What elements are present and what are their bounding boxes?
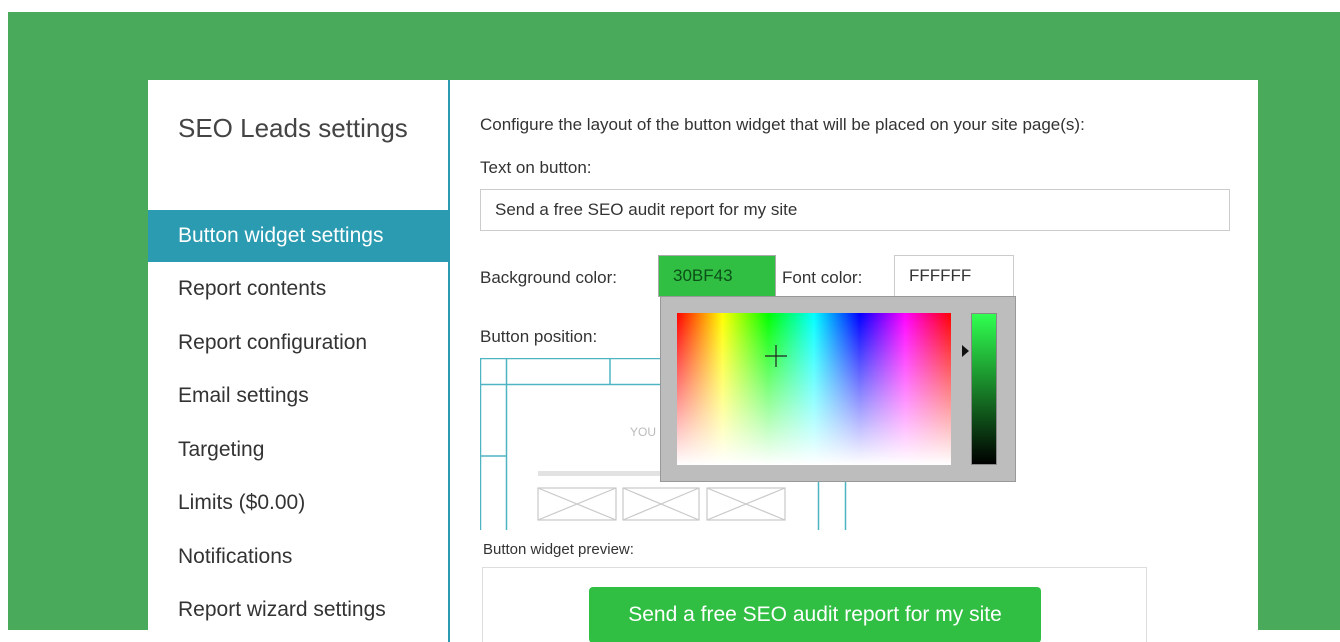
button-text-input[interactable] <box>480 189 1230 231</box>
background-color-label: Background color: <box>480 268 618 287</box>
luminance-pointer-icon[interactable] <box>962 345 969 357</box>
sidebar-title: SEO Leads settings <box>178 113 408 143</box>
background-color-input[interactable]: 30BF43 <box>658 255 776 297</box>
sidebar-item-report-wizard-settings[interactable]: Report wizard settings <box>148 584 448 636</box>
sidebar: SEO Leads settings Button widget setting… <box>148 80 450 642</box>
color-picker-luminance-slider[interactable] <box>971 313 997 465</box>
color-picker-hue-area[interactable] <box>677 313 951 465</box>
color-picker-popup <box>660 296 1016 482</box>
font-color-label: Font color: <box>782 268 863 287</box>
preview-send-report-button[interactable]: Send a free SEO audit report for my site <box>589 587 1041 642</box>
position-grid-text: YOU <box>630 425 656 439</box>
main-content: Configure the layout of the button widge… <box>450 80 1258 642</box>
intro-text: Configure the layout of the button widge… <box>480 115 1085 134</box>
sidebar-item-email-settings[interactable]: Email settings <box>148 370 448 422</box>
button-widget-preview: Send a free SEO audit report for my site <box>482 567 1147 642</box>
sidebar-item-targeting[interactable]: Targeting <box>148 424 448 476</box>
button-position-label: Button position: <box>480 327 598 346</box>
sidebar-item-limits[interactable]: Limits ($0.00) <box>148 477 448 529</box>
crosshair-icon <box>765 345 787 367</box>
preview-label: Button widget preview: <box>483 541 634 558</box>
sidebar-item-notifications[interactable]: Notifications <box>148 531 448 583</box>
settings-panel: SEO Leads settings Button widget setting… <box>148 80 1258 642</box>
sidebar-item-report-contents[interactable]: Report contents <box>148 263 448 315</box>
sidebar-item-report-configuration[interactable]: Report configuration <box>148 317 448 369</box>
text-on-button-label: Text on button: <box>480 158 592 177</box>
outer-frame: SEO Leads settings Button widget setting… <box>8 12 1340 642</box>
font-color-input[interactable]: FFFFFF <box>894 255 1014 297</box>
sidebar-item-button-widget-settings[interactable]: Button widget settings <box>148 210 448 262</box>
